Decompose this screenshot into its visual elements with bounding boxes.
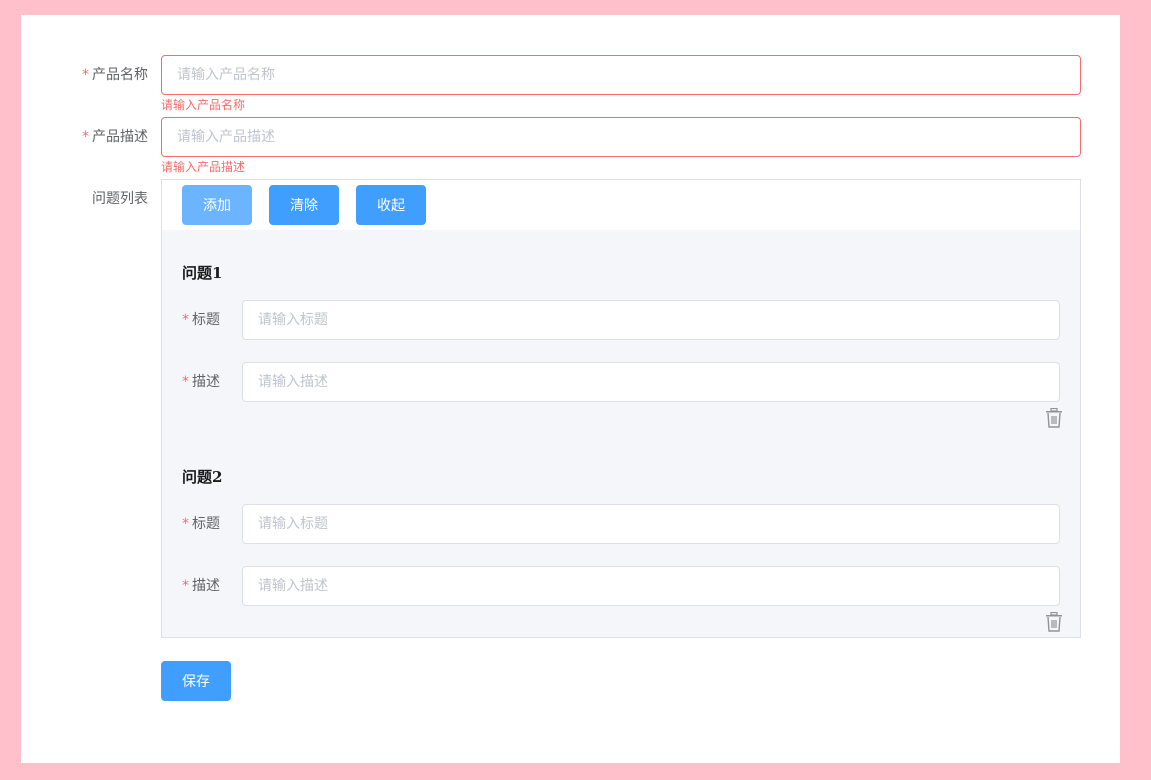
question-desc-label: * 描述 <box>182 578 220 594</box>
question-title: 问题2 <box>182 468 223 486</box>
required-mark: * <box>182 312 189 328</box>
question-desc-label: * 描述 <box>182 374 220 390</box>
question-list-panel: 添加 清除 收起 问题1 *标题 *描述 问题2 *标题 *描 <box>161 179 1081 638</box>
collapse-questions-button[interactable]: 收起 <box>356 185 426 225</box>
product-name-label: * 产品名称 <box>82 67 148 83</box>
required-mark: * <box>82 67 89 83</box>
question-title-input[interactable] <box>242 504 1060 544</box>
question-desc-input[interactable] <box>242 362 1060 402</box>
add-question-button[interactable]: 添加 <box>182 185 252 225</box>
product-name-error: 请输入产品名称 <box>161 98 246 112</box>
product-desc-input[interactable] <box>161 117 1081 157</box>
required-mark: * <box>82 129 89 145</box>
required-mark: * <box>182 578 189 594</box>
question-title-input[interactable] <box>242 300 1060 340</box>
product-desc-error: 请输入产品描述 <box>161 160 246 174</box>
save-button[interactable]: 保存 <box>161 661 231 701</box>
clear-questions-button[interactable]: 清除 <box>269 185 339 225</box>
question-title: 问题1 <box>182 264 223 282</box>
form-card: *产品名称 请输入产品名称 *产品描述 请输入产品描述 问题列表 添加 清除 收… <box>21 15 1120 763</box>
product-desc-label: * 产品描述 <box>82 129 148 145</box>
trash-icon[interactable] <box>1045 408 1063 428</box>
question-title-label: * 标题 <box>182 312 220 328</box>
question-title-label: * 标题 <box>182 516 220 532</box>
trash-icon[interactable] <box>1045 612 1063 632</box>
product-name-input[interactable] <box>161 55 1081 95</box>
required-mark: * <box>182 374 189 390</box>
question-desc-input[interactable] <box>242 566 1060 606</box>
question-list-label: 问题列表 <box>92 191 148 207</box>
question-list-toolbar: 添加 清除 收起 <box>162 180 1080 230</box>
required-mark: * <box>182 516 189 532</box>
